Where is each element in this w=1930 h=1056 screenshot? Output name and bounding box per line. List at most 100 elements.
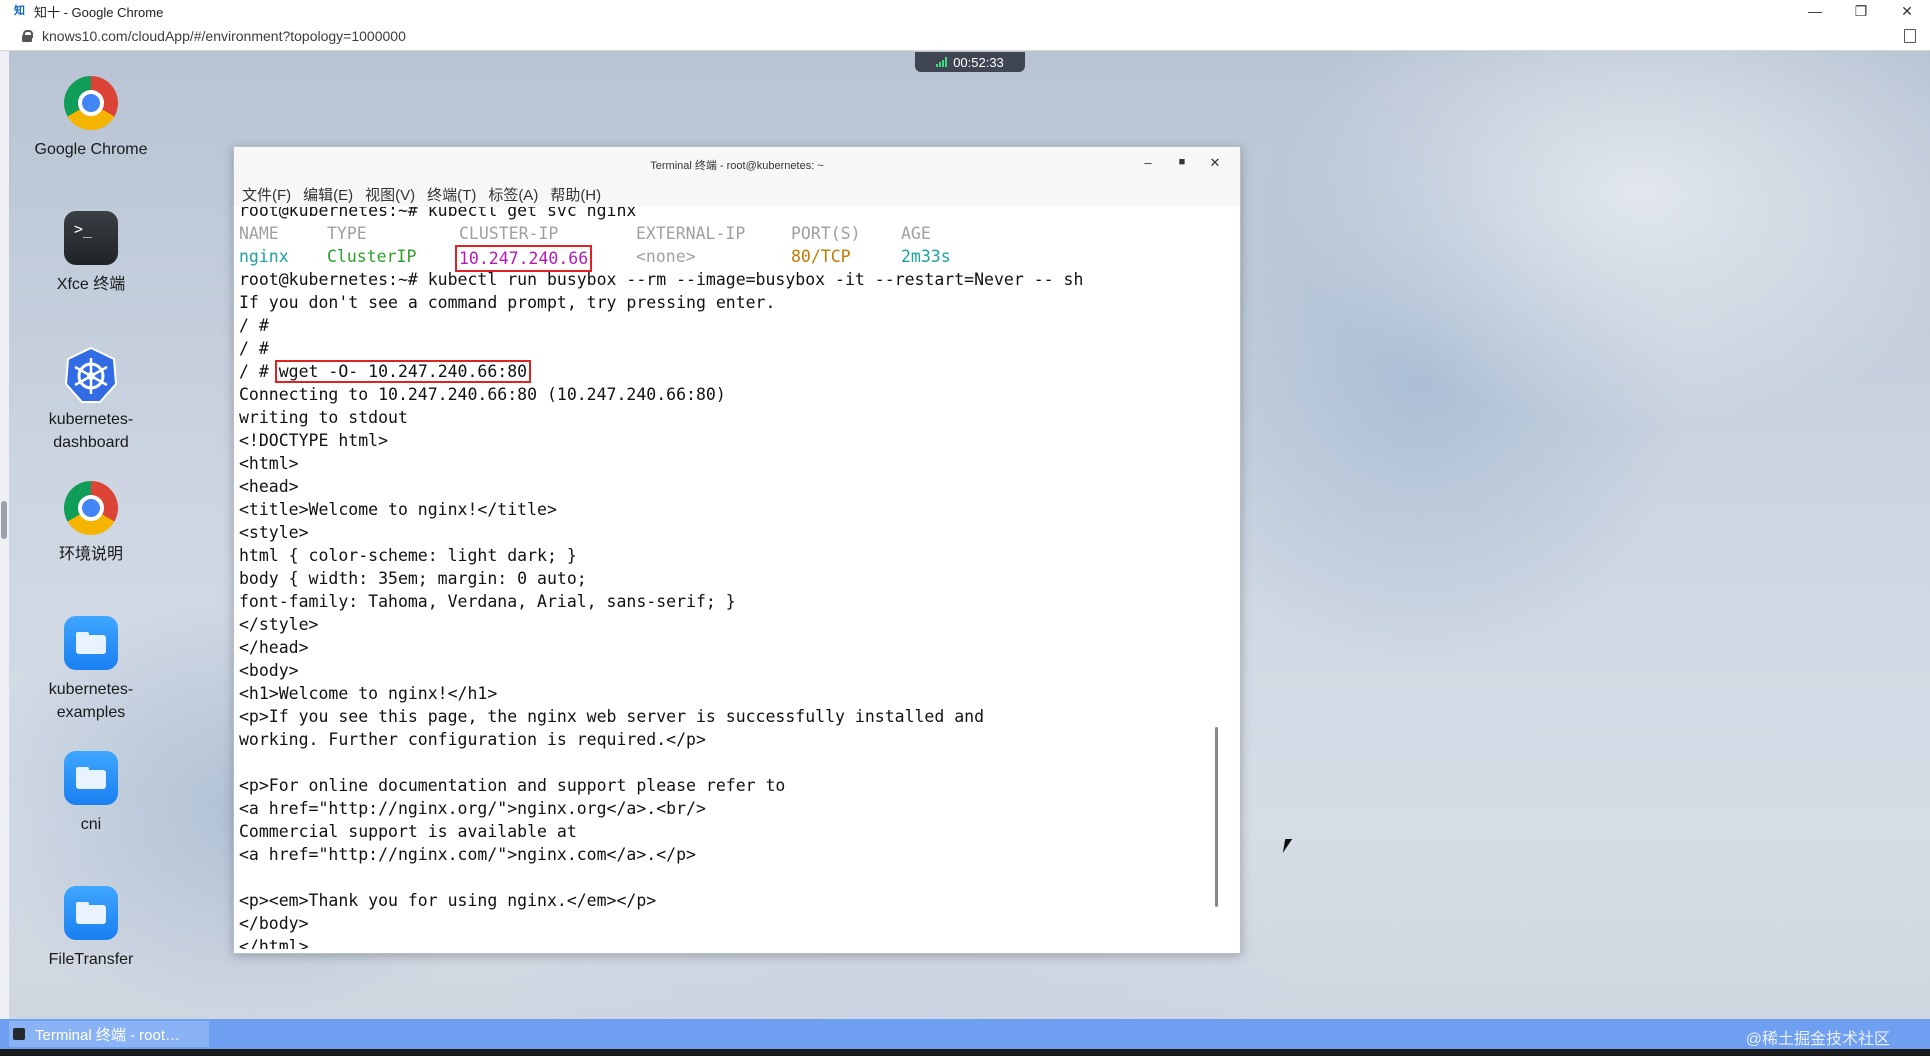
menu-tabs[interactable]: 标签(A) bbox=[488, 184, 538, 205]
output-line: <!DOCTYPE html> bbox=[239, 431, 389, 450]
svc-cluster-ip-cell: 10.247.240.66 bbox=[455, 245, 636, 272]
taskbar-button-label: Terminal 终端 - root… bbox=[35, 1026, 181, 1044]
terminal-menu-bar: 文件(F) 编辑(E) 视图(V) 终端(T) 标签(A) 帮助(H) bbox=[234, 181, 1240, 207]
command-output: Connecting to 10.247.240.66:80 (10.247.2… bbox=[236, 383, 1222, 949]
address-bar[interactable]: knows10.com/cloudApp/#/environment?topol… bbox=[0, 22, 1930, 51]
app-favicon-icon: 知 bbox=[14, 5, 25, 17]
svc-type: ClusterIP bbox=[327, 247, 417, 266]
window-controls: — ❐ ✕ bbox=[1792, 0, 1930, 22]
page-info-icon[interactable] bbox=[1904, 29, 1916, 43]
folder-icon bbox=[64, 616, 118, 670]
output-line: </body> bbox=[239, 914, 309, 933]
folder-icon bbox=[64, 751, 118, 805]
svc-col-ports: PORT(S) bbox=[791, 224, 861, 243]
timer-text: 00:52:33 bbox=[953, 54, 1004, 70]
desktop-icon-label: FileTransfer bbox=[48, 951, 134, 968]
svc-col-cluster-ip: CLUSTER-IP bbox=[459, 224, 559, 243]
terminal-close-button[interactable]: ✕ bbox=[1207, 155, 1223, 171]
minimize-button[interactable]: — bbox=[1792, 0, 1838, 22]
side-panel-strip bbox=[0, 51, 9, 1019]
svc-col-external-ip: EXTERNAL-IP bbox=[636, 224, 746, 243]
output-line: </html> bbox=[239, 937, 309, 949]
svc-col-name: NAME bbox=[239, 224, 279, 243]
terminal-window[interactable]: Terminal 终端 - root@kubernetes: ~ – ■ ✕ 文… bbox=[233, 146, 1241, 954]
watermark: @稀土掘金技术社区 bbox=[1745, 1031, 1890, 1048]
desktop-icon-xfce-terminal[interactable]: >_ Xfce 终端 bbox=[21, 211, 161, 296]
taskbar bbox=[0, 1019, 1930, 1049]
output-line: writing to stdout bbox=[239, 408, 408, 427]
terminal-task-icon bbox=[13, 1028, 25, 1040]
svc-col-age: AGE bbox=[901, 224, 931, 243]
terminal-title-bar[interactable]: Terminal 终端 - root@kubernetes: ~ – ■ ✕ bbox=[234, 147, 1240, 181]
terminal-maximize-button[interactable]: ■ bbox=[1174, 156, 1190, 168]
menu-file[interactable]: 文件(F) bbox=[242, 184, 291, 205]
output-line: <p>For online documentation and support … bbox=[239, 776, 786, 795]
desktop-icon-label: kubernetes- bbox=[48, 681, 134, 698]
output-line: </head> bbox=[239, 638, 309, 657]
output-line: <a href="http://nginx.org/">nginx.org</a… bbox=[239, 799, 706, 818]
output-line: body { width: 35em; margin: 0 auto; bbox=[239, 569, 587, 588]
output-line: working. Further configuration is requir… bbox=[239, 730, 706, 749]
chrome-icon bbox=[64, 481, 118, 535]
svc-name: nginx bbox=[239, 247, 289, 266]
close-button[interactable]: ✕ bbox=[1884, 0, 1930, 22]
desktop-icon-label: cni bbox=[80, 816, 102, 833]
output-line: font-family: Tahoma, Verdana, Arial, san… bbox=[239, 592, 736, 611]
terminal-icon: >_ bbox=[64, 211, 118, 265]
shell-prompt: / # bbox=[239, 362, 269, 381]
menu-edit[interactable]: 编辑(E) bbox=[303, 184, 353, 205]
terminal-line: root@kubernetes:~# kubectl run busybox -… bbox=[239, 270, 1084, 289]
desktop-icon-label: Google Chrome bbox=[34, 141, 148, 158]
terminal-line: root@kubernetes:~# kubectl get svc nginx bbox=[239, 207, 637, 220]
bottom-edge bbox=[0, 1049, 1930, 1056]
side-panel-handle[interactable] bbox=[1, 501, 7, 539]
desktop-icon-cni[interactable]: cni bbox=[21, 751, 161, 836]
svc-age: 2m33s bbox=[901, 247, 951, 266]
svc-ports: 80/TCP bbox=[791, 247, 851, 266]
terminal-line: If you don't see a command prompt, try p… bbox=[239, 293, 776, 312]
terminal-line: / # bbox=[239, 339, 269, 358]
desktop-icon-label: 环境说明 bbox=[58, 546, 123, 563]
desktop-icon-label: examples bbox=[56, 704, 126, 721]
output-line: <head> bbox=[239, 477, 299, 496]
desktop-icon-label: Xfce 终端 bbox=[56, 276, 126, 293]
svc-header-row: NAME TYPE CLUSTER-IP EXTERNAL-IP PORT(S)… bbox=[236, 222, 1222, 245]
session-timer: 00:52:33 bbox=[915, 52, 1025, 72]
terminal-output[interactable]: root@kubernetes:~# kubectl get svc nginx… bbox=[236, 207, 1222, 949]
terminal-title: Terminal 终端 - root@kubernetes: ~ bbox=[650, 160, 824, 172]
lock-icon[interactable] bbox=[22, 30, 33, 42]
signal-icon bbox=[936, 57, 948, 67]
output-line: <p>If you see this page, the nginx web s… bbox=[239, 707, 985, 726]
wget-command-highlight: wget -O- 10.247.240.66:80 bbox=[274, 360, 532, 383]
taskbar-terminal-button[interactable]: Terminal 终端 - root… bbox=[9, 1021, 209, 1047]
output-line: <title>Welcome to nginx!</title> bbox=[239, 500, 557, 519]
menu-view[interactable]: 视图(V) bbox=[365, 184, 415, 205]
svc-col-type: TYPE bbox=[327, 224, 367, 243]
menu-terminal[interactable]: 终端(T) bbox=[427, 184, 476, 205]
menu-help[interactable]: 帮助(H) bbox=[550, 184, 601, 205]
desktop-icon-label: kubernetes- bbox=[48, 411, 134, 428]
desktop-icon-environment-notes[interactable]: 环境说明 bbox=[21, 481, 161, 566]
browser-title-bar: 知 知十 - Google Chrome — ❐ ✕ bbox=[0, 0, 1930, 22]
svc-data-row: nginx ClusterIP 10.247.240.66 <none> 80/… bbox=[236, 245, 1222, 272]
folder-icon bbox=[64, 886, 118, 940]
output-line: <h1>Welcome to nginx!</h1> bbox=[239, 684, 498, 703]
output-line: <a href="http://nginx.com/">nginx.com</a… bbox=[239, 845, 696, 864]
desktop-icon-label: dashboard bbox=[53, 434, 129, 451]
url-text[interactable]: knows10.com/cloudApp/#/environment?topol… bbox=[42, 28, 1904, 44]
wget-line: / # wget -O- 10.247.240.66:80 bbox=[236, 360, 1222, 383]
terminal-minimize-button[interactable]: – bbox=[1140, 155, 1156, 170]
terminal-scrollbar[interactable] bbox=[1215, 727, 1218, 907]
output-line: html { color-scheme: light dark; } bbox=[239, 546, 577, 565]
desktop-icon-filetransfer[interactable]: FileTransfer bbox=[21, 886, 161, 971]
output-line: <body> bbox=[239, 661, 299, 680]
svc-external-ip: <none> bbox=[636, 247, 696, 266]
kubernetes-icon bbox=[64, 346, 118, 403]
desktop-icon-kubernetes-dashboard[interactable]: kubernetes- dashboard bbox=[21, 346, 161, 454]
restore-button[interactable]: ❐ bbox=[1838, 0, 1884, 22]
desktop-icon-kubernetes-examples[interactable]: kubernetes- examples bbox=[21, 616, 161, 724]
desktop-icon-google-chrome[interactable]: Google Chrome bbox=[21, 76, 161, 161]
output-line: <html> bbox=[239, 454, 299, 473]
